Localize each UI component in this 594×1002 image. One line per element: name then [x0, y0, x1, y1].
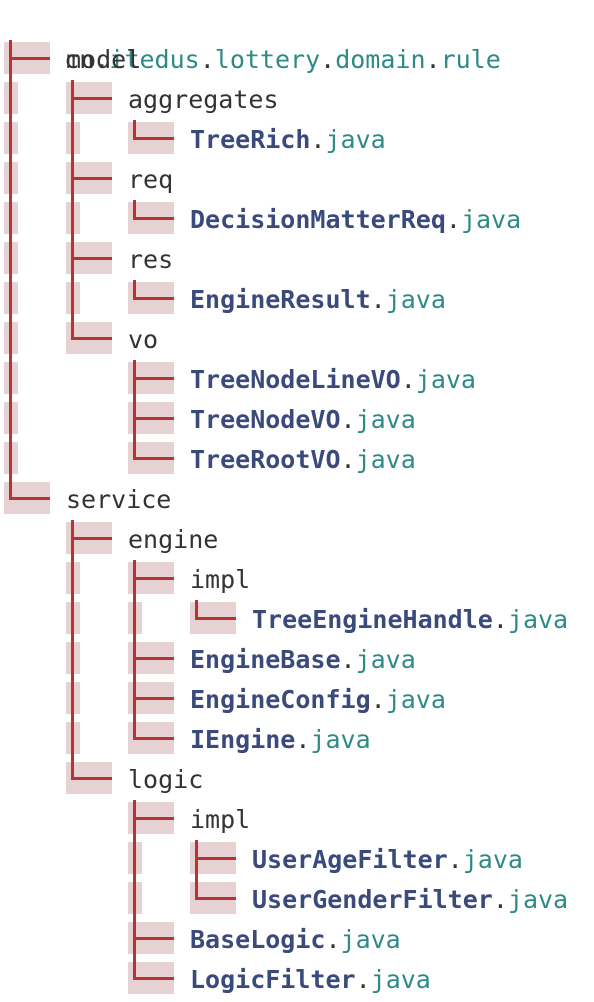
directory-name: engine	[128, 525, 219, 554]
file-name: TreeRich.java	[190, 120, 386, 160]
file-class-name: EngineConfig	[190, 685, 371, 714]
file-name: UserGenderFilter.java	[252, 880, 568, 920]
file-extension: java	[325, 125, 386, 154]
file-name: BaseLogic.java	[190, 920, 401, 960]
file-extension-separator: .	[492, 605, 508, 634]
tree-directory-row[interactable]: logic	[4, 760, 594, 800]
tree-directory-row[interactable]: req	[4, 160, 594, 200]
file-extension: java	[385, 685, 446, 714]
file-extension-separator: .	[370, 685, 386, 714]
file-class-name: TreeEngineHandle	[252, 605, 493, 634]
file-extension: java	[370, 965, 431, 994]
file-name: TreeNodeVO.java	[190, 400, 416, 440]
directory-name: vo	[128, 325, 159, 354]
tree-file-row[interactable]: EngineResult.java	[4, 280, 594, 320]
directory-name: impl	[190, 805, 251, 834]
tree-file-row[interactable]: TreeNodeVO.java	[4, 400, 594, 440]
file-extension-separator: .	[445, 205, 461, 234]
tree-directory-row[interactable]: aggregates	[4, 80, 594, 120]
file-name: DecisionMatterReq.java	[190, 200, 521, 240]
tree-file-row[interactable]: EngineBase.java	[4, 640, 594, 680]
tree-directory-row[interactable]: impl	[4, 560, 594, 600]
tree-file-row[interactable]: LogicFilter.java	[4, 960, 594, 1000]
file-name: TreeRootVO.java	[190, 440, 416, 480]
file-extension-separator: .	[492, 885, 508, 914]
tree-file-row[interactable]: UserAgeFilter.java	[4, 840, 594, 880]
file-extension: java	[462, 845, 523, 874]
directory-name: logic	[128, 765, 204, 794]
tree-file-row[interactable]: DecisionMatterReq.java	[4, 200, 594, 240]
file-class-name: TreeNodeLineVO	[190, 365, 401, 394]
file-class-name: LogicFilter	[190, 965, 356, 994]
file-class-name: IEngine	[190, 725, 296, 754]
directory-name: aggregates	[128, 85, 279, 114]
directory-name: service	[66, 485, 172, 514]
root-package-path: cn.itedus.lottery.domain.rule	[4, 0, 594, 74]
file-class-name: UserGenderFilter	[252, 885, 493, 914]
directory-name: res	[128, 245, 174, 274]
file-extension: java	[340, 925, 401, 954]
directory-name: req	[128, 165, 174, 194]
tree-file-row[interactable]: IEngine.java	[4, 720, 594, 760]
file-extension-separator: .	[340, 445, 356, 474]
tree-directory-row[interactable]: engine	[4, 520, 594, 560]
file-name: TreeEngineHandle.java	[252, 600, 568, 640]
file-class-name: TreeRich	[190, 125, 311, 154]
file-class-name: BaseLogic	[190, 925, 326, 954]
tree-directory-row[interactable]: res	[4, 240, 594, 280]
tree-directory-row[interactable]: service	[4, 480, 594, 520]
tree-file-row[interactable]: TreeRootVO.java	[4, 440, 594, 480]
tree-file-row[interactable]: UserGenderFilter.java	[4, 880, 594, 920]
file-extension: java	[385, 285, 446, 314]
tree-directory-row[interactable]: impl	[4, 800, 594, 840]
file-name: IEngine.java	[190, 720, 371, 760]
tree-file-row[interactable]: EngineConfig.java	[4, 680, 594, 720]
file-extension-separator: .	[355, 965, 371, 994]
directory-name: model	[66, 45, 142, 74]
file-class-name: TreeNodeVO	[190, 405, 341, 434]
file-name: UserAgeFilter.java	[252, 840, 523, 880]
file-name: TreeNodeLineVO.java	[190, 360, 476, 400]
file-extension: java	[310, 725, 371, 754]
file-extension: java	[460, 205, 522, 234]
file-class-name: TreeRootVO	[190, 445, 341, 474]
file-extension: java	[507, 605, 569, 634]
tree-file-row[interactable]: TreeRich.java	[4, 120, 594, 160]
file-extension-separator: .	[340, 645, 356, 674]
tree-file-row[interactable]: TreeEngineHandle.java	[4, 600, 594, 640]
file-extension: java	[355, 405, 416, 434]
file-extension-separator: .	[340, 405, 356, 434]
tree-directory-row[interactable]: vo	[4, 320, 594, 360]
file-class-name: UserAgeFilter	[252, 845, 448, 874]
directory-name: impl	[190, 565, 251, 594]
file-name: EngineConfig.java	[190, 680, 446, 720]
file-extension-separator: .	[325, 925, 341, 954]
tree-file-row[interactable]: BaseLogic.java	[4, 920, 594, 960]
tree-file-row[interactable]: TreeNodeLineVO.java	[4, 360, 594, 400]
file-extension: java	[507, 885, 569, 914]
file-extension: java	[355, 445, 416, 474]
file-class-name: EngineBase	[190, 645, 341, 674]
file-extension-separator: .	[447, 845, 463, 874]
file-extension: java	[355, 645, 416, 674]
directory-tree: cn.itedus.lottery.domain.rule model aggre…	[4, 0, 594, 1000]
file-name: EngineBase.java	[190, 640, 416, 680]
file-name: LogicFilter.java	[190, 960, 431, 1000]
file-extension-separator: .	[400, 365, 416, 394]
file-name: EngineResult.java	[190, 280, 446, 320]
tree-directory-row[interactable]: model	[4, 40, 594, 80]
file-extension-separator: .	[310, 125, 326, 154]
file-extension-separator: .	[370, 285, 386, 314]
file-class-name: EngineResult	[190, 285, 371, 314]
file-extension-separator: .	[295, 725, 311, 754]
file-extension: java	[415, 365, 476, 394]
file-class-name: DecisionMatterReq	[190, 205, 446, 234]
